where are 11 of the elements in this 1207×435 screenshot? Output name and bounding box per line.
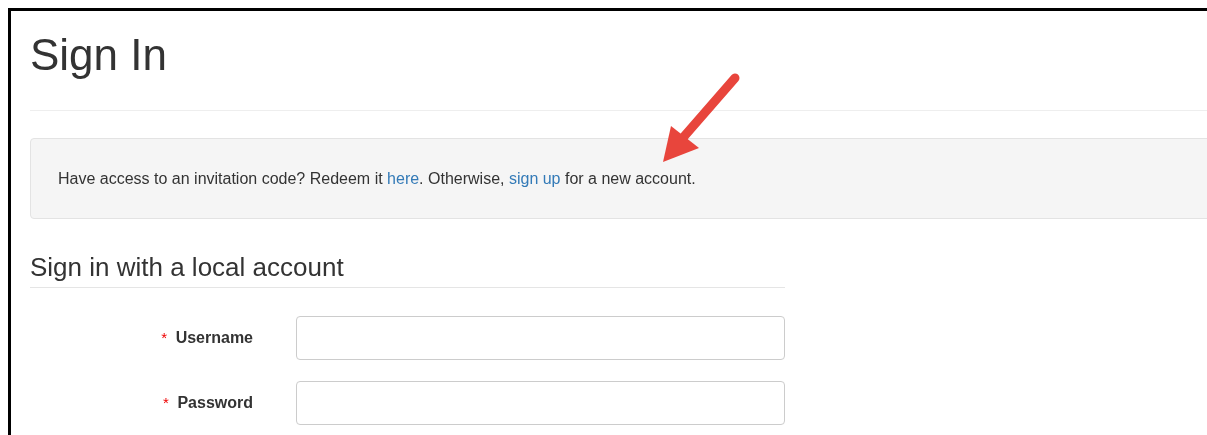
required-mark: *	[163, 394, 169, 411]
input-field[interactable]	[296, 381, 785, 425]
field-label: Password	[177, 394, 253, 411]
notice-link[interactable]: sign up	[508, 169, 561, 187]
input-field[interactable]	[296, 316, 785, 360]
notice-link[interactable]: here	[387, 169, 420, 187]
field-label: Username	[175, 329, 253, 346]
section-heading: Sign in with a local account	[30, 251, 785, 288]
page-title: Sign In	[30, 29, 168, 81]
notice-text: Have access to an invitation code? Redeem it here. Otherwise, sign up for a new account.	[58, 169, 696, 188]
required-mark: *	[161, 329, 168, 346]
